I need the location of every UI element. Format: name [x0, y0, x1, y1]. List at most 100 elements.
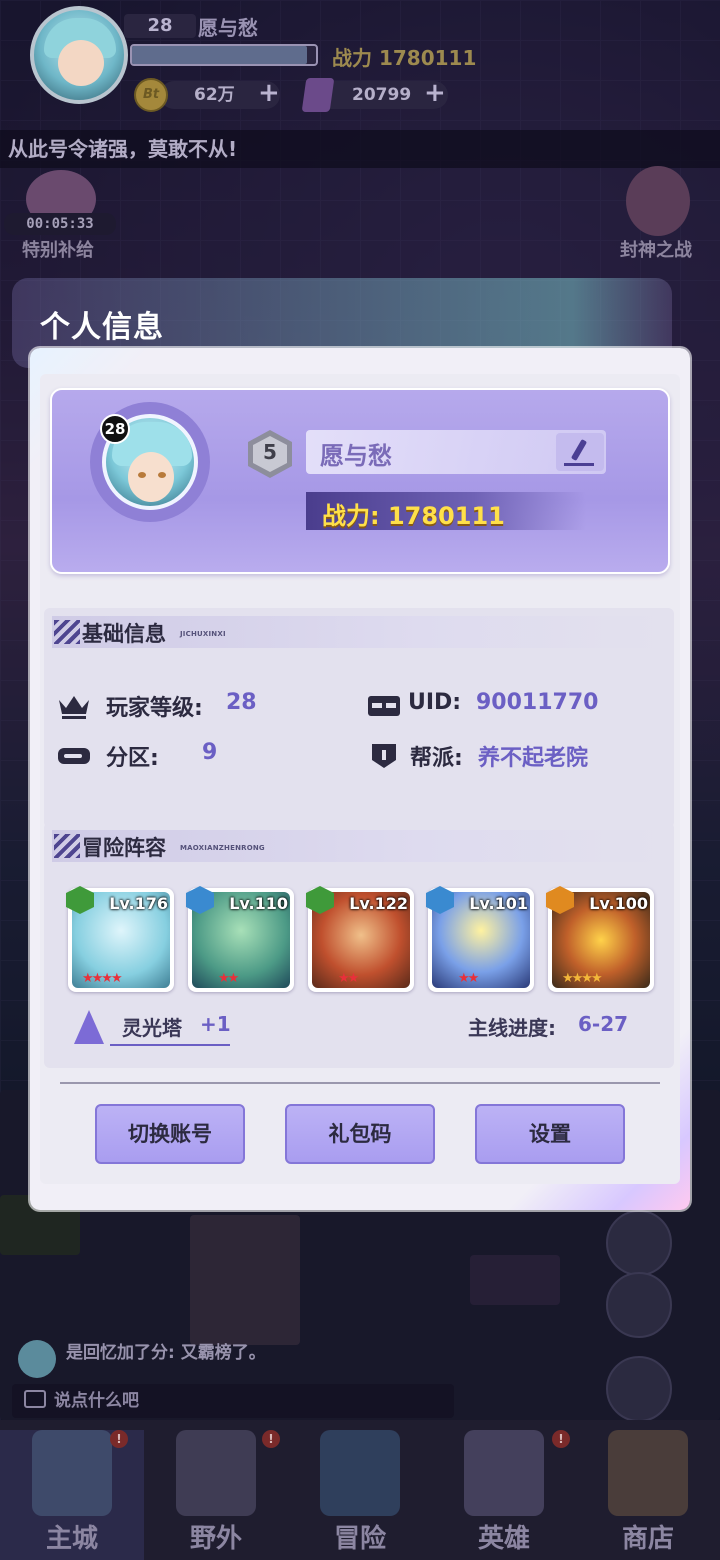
hero-icon	[464, 1430, 544, 1516]
castle-icon	[176, 1430, 256, 1516]
hero-card[interactable]: Lv.122 ★★	[306, 886, 414, 992]
city-icon	[32, 1430, 112, 1516]
coin-amount: 62万	[194, 85, 235, 105]
tower-label: 灵光塔	[122, 1016, 182, 1040]
exp-bar-fill	[132, 46, 307, 64]
deity-battle-label: 封神之战	[620, 240, 692, 261]
round-button-1[interactable]	[606, 1210, 672, 1276]
gift-code-button[interactable]: 礼包码	[285, 1104, 435, 1164]
guild-row: 帮派: 养不起老院	[366, 738, 666, 774]
tower-row: 灵光塔 +1	[70, 1008, 240, 1048]
round-button-2[interactable]	[606, 1272, 672, 1338]
power-strip: 战力: 1780111	[306, 492, 586, 530]
modal-title: 个人信息	[40, 310, 164, 345]
guild-label: 帮派:	[410, 746, 463, 771]
progress-value: 6-27	[578, 1012, 629, 1036]
stripes-icon	[54, 620, 80, 644]
lineup-header: 冒险阵容 MAOXIANZHENRONG	[52, 830, 664, 862]
profile-name: 愿与愁	[320, 442, 392, 470]
chat-bubble-icon	[24, 1390, 46, 1408]
progress-label: 主线进度:	[468, 1016, 556, 1040]
player-level-label: 玩家等级:	[106, 696, 203, 721]
rank-number: 5	[263, 440, 277, 464]
coin-icon: Bt	[134, 78, 168, 112]
hero-stars: ★★★★	[562, 971, 603, 986]
chat-avatar	[18, 1340, 56, 1378]
player-avatar[interactable]	[30, 6, 128, 104]
hero-card[interactable]: Lv.101 ★★	[426, 886, 534, 992]
tower-icon	[74, 1010, 104, 1044]
nav-label: 英雄	[477, 1524, 530, 1554]
hero-level: Lv.110	[229, 894, 288, 913]
notification-badge: !	[552, 1430, 570, 1448]
edit-name-button[interactable]	[556, 433, 604, 471]
exp-bar	[130, 44, 318, 66]
player-level-value: 28	[226, 690, 257, 715]
monster-icon	[320, 1430, 400, 1516]
notification-badge: !	[110, 1430, 128, 1448]
chat-message: 是回忆加了分: 又霸榜了。	[66, 1343, 266, 1363]
nav-label: 冒险	[333, 1524, 386, 1554]
nav-label: 野外	[189, 1524, 242, 1554]
player-name: 愿与愁	[198, 16, 258, 40]
zone-value: 9	[202, 740, 218, 765]
hero-stars: ★★	[458, 971, 479, 986]
hero-level: Lv.122	[349, 894, 408, 913]
nav-adventure[interactable]: 冒险	[288, 1430, 432, 1560]
hero-card[interactable]: Lv.176 ★★★★	[66, 886, 174, 992]
tower-value: +1	[200, 1012, 231, 1036]
modal-body: 28 5 愿与愁 战力: 1780111 基础信息 JICHUXINXI 玩家等…	[40, 374, 680, 1184]
ranking-button[interactable]	[606, 1356, 672, 1422]
nav-wild[interactable]: ! 野外	[144, 1430, 288, 1560]
hero-card[interactable]: Lv.110 ★★	[186, 886, 294, 992]
hero-stars: ★★	[218, 971, 239, 986]
zone-label: 分区:	[106, 746, 159, 771]
personal-info-modal: 28 5 愿与愁 战力: 1780111 基础信息 JICHUXINXI 玩家等…	[30, 348, 690, 1210]
profile-card: 28 5 愿与愁 战力: 1780111	[50, 388, 670, 574]
basic-info-title: 基础信息	[82, 622, 166, 646]
basic-info-header: 基础信息 JICHUXINXI	[52, 616, 664, 648]
bottom-nav: ! 主城 ! 野外 冒险 ! 英雄 商店	[0, 1420, 720, 1560]
guild-value: 养不起老院	[478, 746, 589, 771]
gem-amount: 20799	[352, 85, 412, 105]
server-icon	[58, 748, 90, 764]
basic-info-subtitle: JICHUXINXI	[180, 630, 226, 638]
guild-banner-icon	[372, 744, 396, 768]
nav-heroes[interactable]: ! 英雄	[432, 1430, 576, 1560]
settings-button[interactable]: 设置	[475, 1104, 625, 1164]
zone-row: 分区: 9	[56, 738, 356, 774]
uid-value: 90011770	[476, 690, 599, 715]
shop-icon	[608, 1430, 688, 1516]
profile-power: 战力: 1780111	[322, 502, 505, 530]
add-coins-button[interactable]: +	[258, 78, 280, 108]
hero-stars: ★★★★	[82, 971, 123, 986]
combat-power: 战力 1780111	[332, 46, 477, 70]
switch-account-button[interactable]: 切换账号	[95, 1104, 245, 1164]
avatar-level-badge: 28	[100, 414, 130, 444]
add-gems-button[interactable]: +	[424, 78, 446, 108]
uid-label: UID:	[408, 690, 462, 715]
countdown-timer: 00:05:33	[4, 213, 116, 235]
player-level: 28	[124, 14, 196, 38]
chat-input[interactable]: 说点什么吧	[12, 1384, 454, 1418]
lineup-title: 冒险阵容	[82, 836, 166, 860]
uid-row: UID: 90011770	[366, 688, 666, 724]
special-supply-label: 特别补给	[22, 240, 94, 261]
lineup-subtitle: MAOXIANZHENRONG	[180, 844, 265, 852]
hero-level: Lv.101	[469, 894, 528, 913]
deity-battle-icon[interactable]	[626, 166, 690, 236]
hero-stars: ★★	[338, 971, 359, 986]
divider	[60, 1082, 660, 1084]
name-field: 愿与愁	[306, 430, 606, 474]
hero-level: Lv.100	[589, 894, 648, 913]
id-card-icon	[368, 696, 400, 716]
crown-icon	[59, 696, 89, 719]
hero-card[interactable]: Lv.100 ★★★★	[546, 886, 654, 992]
nav-main-city[interactable]: ! 主城	[0, 1430, 144, 1560]
stripes-icon	[54, 834, 80, 858]
rank-badge: 5	[248, 430, 292, 478]
hero-level: Lv.176	[109, 894, 168, 913]
nav-label: 商店	[621, 1524, 674, 1554]
nav-shop[interactable]: 商店	[576, 1430, 720, 1560]
basic-info-section: 基础信息 JICHUXINXI 玩家等级: 28 UID: 90011770 分…	[44, 608, 674, 828]
